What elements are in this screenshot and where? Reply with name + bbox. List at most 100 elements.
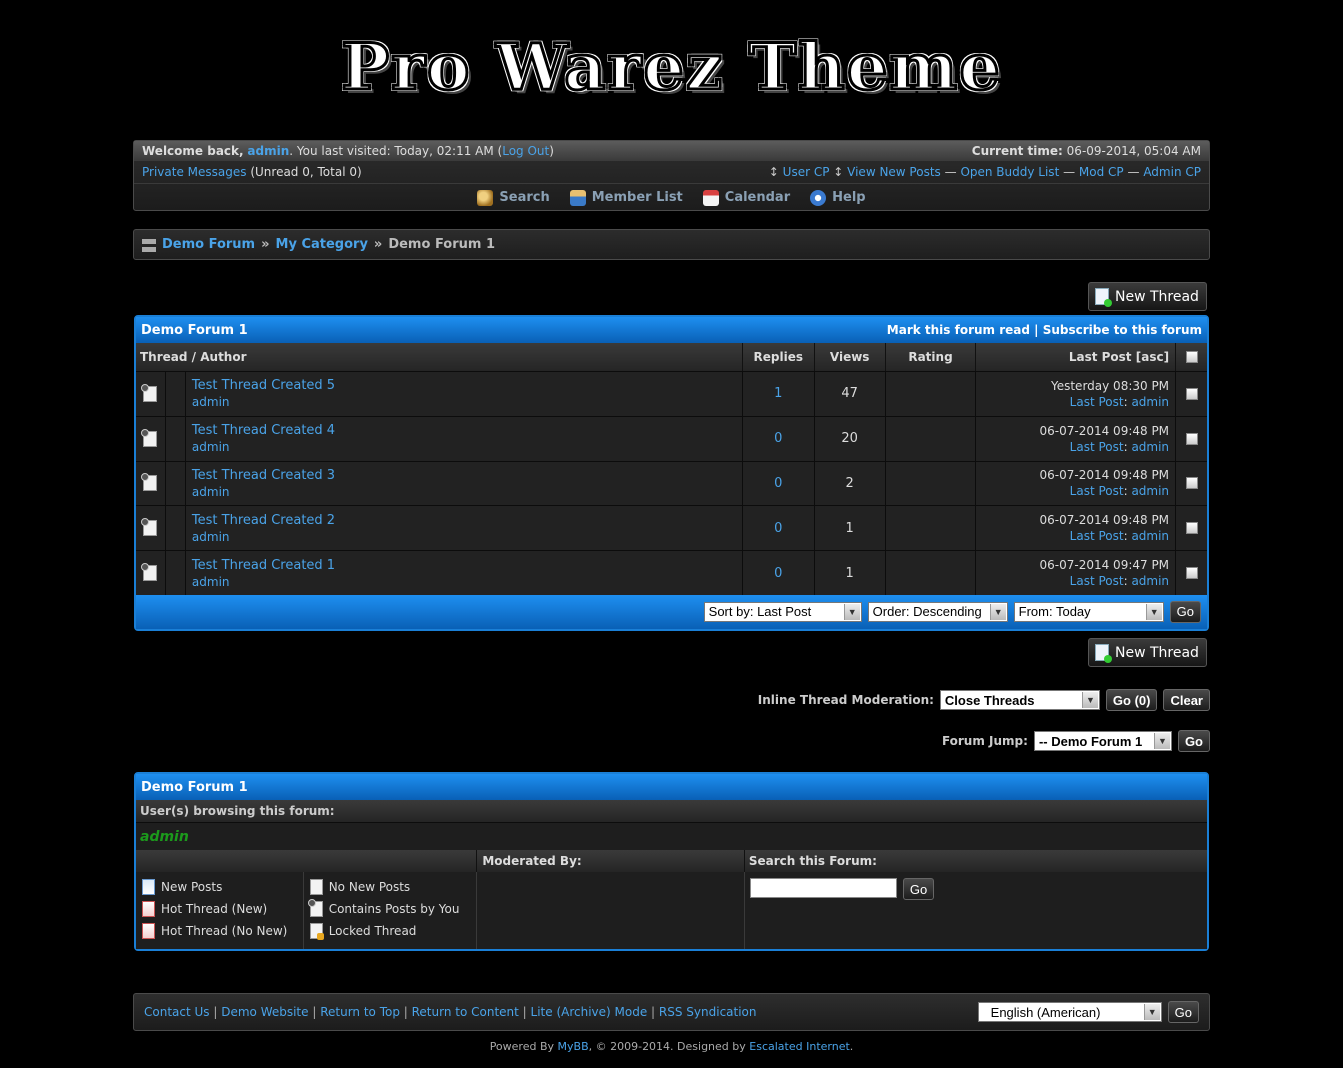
- private-messages-link[interactable]: Private Messages: [142, 165, 247, 179]
- thread-checkbox[interactable]: [1185, 387, 1198, 400]
- nav-search[interactable]: Search: [477, 189, 550, 206]
- last-post-link[interactable]: Last Post: [1070, 574, 1124, 588]
- browsing-label: User(s) browsing this forum:: [136, 800, 1207, 822]
- nav-help[interactable]: Help: [810, 189, 866, 206]
- view-new-posts-link[interactable]: View New Posts: [847, 165, 941, 179]
- site-logo[interactable]: Pro Warez Theme: [0, 28, 1343, 108]
- table-header: Thread / Author Replies Views Rating Las…: [136, 343, 1207, 371]
- chevron-down-icon: ▼: [989, 603, 1006, 620]
- chevron-down-icon: ▼: [843, 603, 860, 620]
- thread-checkbox[interactable]: [1185, 477, 1198, 490]
- designer-link[interactable]: Escalated Internet: [749, 1040, 850, 1053]
- header-panel: Welcome back, admin. You last visited: T…: [133, 140, 1210, 211]
- table-row: Test Thread Created 2 admin 0 1 06-07-201…: [136, 505, 1207, 551]
- return-to-content-link[interactable]: Return to Content: [412, 1005, 519, 1019]
- forum-jump-go-button[interactable]: Go: [1177, 730, 1210, 752]
- nav-calendar[interactable]: Calendar: [702, 189, 790, 206]
- language-select[interactable]: English (American) ▼: [977, 1002, 1162, 1022]
- mark-read-link[interactable]: Mark this forum read: [887, 323, 1030, 337]
- rating-cell: [886, 551, 977, 595]
- mybb-link[interactable]: MyBB: [558, 1040, 589, 1053]
- last-post-link[interactable]: Last Post: [1070, 529, 1124, 543]
- last-post-user[interactable]: admin: [1131, 484, 1169, 498]
- admin-cp-link[interactable]: Admin CP: [1143, 165, 1201, 179]
- thread-title-link[interactable]: Test Thread Created 3: [192, 468, 335, 483]
- moderation-go-button[interactable]: Go (0): [1105, 689, 1158, 711]
- last-post-link[interactable]: Last Post: [1070, 484, 1124, 498]
- from-select[interactable]: From: Today ▼: [1013, 601, 1164, 622]
- thread-author-link[interactable]: admin: [192, 485, 230, 499]
- replies-link[interactable]: 0: [774, 566, 782, 581]
- order-select[interactable]: Order: Descending ▼: [867, 601, 1008, 622]
- breadcrumb: Demo Forum » My Category » Demo Forum 1: [133, 229, 1210, 260]
- thread-author-link[interactable]: admin: [192, 575, 230, 589]
- thread-author-link[interactable]: admin: [192, 440, 230, 454]
- last-post-user[interactable]: admin: [1131, 395, 1169, 409]
- home-icon: [142, 237, 156, 252]
- search-icon: [477, 189, 494, 206]
- moderation-clear-button[interactable]: Clear: [1163, 689, 1210, 711]
- select-all-checkbox[interactable]: [1185, 351, 1198, 363]
- demo-website-link[interactable]: Demo Website: [221, 1005, 308, 1019]
- thread-title-link[interactable]: Test Thread Created 2: [192, 513, 335, 528]
- col-select-all[interactable]: [1176, 343, 1207, 371]
- footer-bar: Contact Us | Demo Website | Return to To…: [133, 993, 1210, 1031]
- thread-title-link[interactable]: Test Thread Created 4: [192, 423, 335, 438]
- breadcrumb-my-category[interactable]: My Category: [276, 237, 368, 252]
- thread-title-link[interactable]: Test Thread Created 5: [192, 378, 335, 393]
- thread-status-icon: [141, 518, 158, 537]
- thread-status-icon: [141, 563, 158, 582]
- subscribe-link[interactable]: Subscribe to this forum: [1043, 323, 1202, 337]
- forum-jump-select[interactable]: -- Demo Forum 1 ▼: [1033, 731, 1172, 751]
- legend-item: Contains Posts by You: [307, 898, 471, 920]
- new-thread-button-top[interactable]: New Thread: [1088, 282, 1207, 311]
- last-post-user[interactable]: admin: [1131, 529, 1169, 543]
- replies-link[interactable]: 0: [774, 476, 782, 491]
- col-replies[interactable]: Replies: [743, 343, 815, 371]
- username-link[interactable]: admin: [247, 144, 289, 158]
- lite-mode-link[interactable]: Lite (Archive) Mode: [531, 1005, 648, 1019]
- welcome-prefix: Welcome back,: [142, 144, 244, 158]
- replies-link[interactable]: 1: [774, 386, 782, 401]
- forum-title: Demo Forum 1: [141, 322, 248, 338]
- col-views[interactable]: Views: [815, 343, 886, 371]
- last-post-user[interactable]: admin: [1131, 574, 1169, 588]
- table-row: Test Thread Created 4 admin 0 20 06-07-20…: [136, 415, 1207, 461]
- replies-link[interactable]: 0: [774, 521, 782, 536]
- thread-author-link[interactable]: admin: [192, 530, 230, 544]
- new-thread-icon: [1095, 644, 1112, 663]
- contact-us-link[interactable]: Contact Us: [144, 1005, 210, 1019]
- thread-checkbox[interactable]: [1185, 432, 1198, 445]
- moderation-select[interactable]: Close Threads ▼: [939, 690, 1100, 710]
- your-posts-icon: [307, 899, 323, 917]
- thread-status-icon: [141, 428, 158, 447]
- sort-by-select[interactable]: Sort by: Last Post ▼: [703, 601, 862, 622]
- search-forum-label: Search this Forum:: [748, 854, 877, 868]
- mod-cp-link[interactable]: Mod CP: [1079, 165, 1124, 179]
- user-cp-link[interactable]: User CP: [783, 165, 830, 179]
- col-last-post[interactable]: Last Post [asc]: [976, 343, 1177, 371]
- breadcrumb-demo-forum[interactable]: Demo Forum: [162, 237, 255, 252]
- last-post-link[interactable]: Last Post: [1070, 395, 1124, 409]
- search-forum-go-button[interactable]: Go: [902, 878, 935, 900]
- col-rating[interactable]: Rating: [886, 343, 977, 371]
- last-post-user[interactable]: admin: [1131, 440, 1169, 454]
- return-to-top-link[interactable]: Return to Top: [320, 1005, 400, 1019]
- language-go-button[interactable]: Go: [1167, 1001, 1199, 1023]
- nav-member-list[interactable]: Member List: [569, 189, 683, 206]
- last-post-date: Yesterday 08:30 PM: [1050, 378, 1170, 393]
- browsing-user[interactable]: admin: [136, 822, 1207, 850]
- search-forum-input[interactable]: [749, 878, 897, 898]
- last-post-link[interactable]: Last Post: [1070, 440, 1124, 454]
- thread-checkbox[interactable]: [1185, 522, 1198, 535]
- new-thread-button-bottom[interactable]: New Thread: [1088, 638, 1207, 667]
- thread-author-link[interactable]: admin: [192, 395, 230, 409]
- logout-link[interactable]: Log Out: [502, 144, 549, 158]
- rss-link[interactable]: RSS Syndication: [659, 1005, 757, 1019]
- thread-checkbox[interactable]: [1185, 567, 1198, 580]
- replies-link[interactable]: 0: [774, 431, 782, 446]
- thread-title-link[interactable]: Test Thread Created 1: [192, 558, 335, 573]
- breadcrumb-sep: »: [373, 237, 383, 252]
- buddy-list-link[interactable]: Open Buddy List: [960, 165, 1059, 179]
- sort-go-button[interactable]: Go: [1169, 600, 1201, 623]
